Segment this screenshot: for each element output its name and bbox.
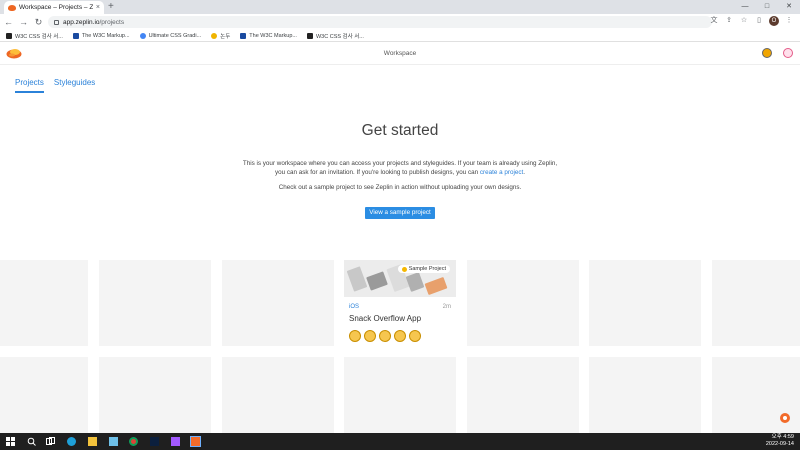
workspace-title: Workspace <box>383 50 417 57</box>
chrome-icon[interactable] <box>129 437 138 446</box>
bookmark-item[interactable]: The W3C Markup... <box>240 32 297 39</box>
placeholder-card <box>589 260 701 346</box>
view-sample-project-button[interactable]: View a sample project <box>365 207 435 219</box>
tab-close-icon[interactable]: × <box>96 4 100 11</box>
bookmark-item[interactable]: Ultimate CSS Gradi... <box>139 32 201 39</box>
zeplin-favicon-icon <box>8 4 16 11</box>
member-avatar <box>409 330 421 342</box>
sample-project-card[interactable]: Sample Project iOS 2m Snack Overflow App <box>344 260 456 346</box>
url-host: app.zeplin.io <box>63 18 100 26</box>
tab-styleguides[interactable]: Styleguides <box>54 78 95 93</box>
menu-kebab-icon[interactable]: ⋮ <box>784 16 794 26</box>
project-platform: iOS <box>349 304 360 310</box>
project-thumbnail: Sample Project <box>344 260 456 297</box>
placeholder-card <box>0 357 88 433</box>
browser-tab[interactable]: Workspace – Projects – Zeplin × <box>4 1 104 14</box>
windows-start-icon[interactable] <box>6 437 15 446</box>
project-members <box>349 330 421 342</box>
bookmark-item[interactable]: The W3C Markup... <box>72 32 130 39</box>
edge-icon[interactable] <box>67 437 76 446</box>
close-window-button[interactable]: ✕ <box>778 0 800 14</box>
project-name: Snack Overflow App <box>349 314 422 323</box>
bookmark-favicon-icon <box>139 32 146 39</box>
forward-arrow-icon[interactable]: → <box>17 17 30 27</box>
placeholder-card <box>0 260 88 346</box>
translate-icon[interactable]: 文 <box>709 16 719 26</box>
placeholder-card <box>222 357 334 433</box>
clock-time: 오후 4:59 <box>771 434 794 440</box>
toolbar-actions: 文 ⇪ ☆ ▯ O ⋮ <box>709 16 794 26</box>
intro-text: This is your workspace where you can acc… <box>242 160 558 176</box>
notifications-icon[interactable] <box>762 48 772 58</box>
clock-date: 2022-09-14 <box>765 441 794 447</box>
new-tab-button[interactable]: + <box>108 1 114 13</box>
side-panel-icon[interactable]: ▯ <box>754 16 764 26</box>
file-explorer-icon[interactable] <box>88 437 97 446</box>
bookmark-item[interactable]: 논두 <box>211 32 230 40</box>
placeholder-card <box>467 260 579 346</box>
project-updated-time: 2m <box>442 304 451 310</box>
minimize-button[interactable]: — <box>734 0 756 14</box>
placeholder-card <box>99 357 211 433</box>
address-bar[interactable]: app.zeplin.io/projects <box>48 16 712 28</box>
task-view-icon[interactable] <box>46 437 55 446</box>
create-project-link[interactable]: create a project <box>480 169 523 176</box>
star-dot-icon <box>401 266 407 272</box>
app-icon[interactable] <box>109 437 118 446</box>
placeholder-card <box>589 357 701 433</box>
windows-taskbar: 오후 4:59 2022-09-14 <box>0 433 800 450</box>
bookmark-star-icon[interactable]: ☆ <box>739 16 749 26</box>
photoshop-icon[interactable] <box>150 437 159 446</box>
placeholder-card <box>99 260 211 346</box>
figma-icon[interactable] <box>171 437 180 446</box>
member-avatar <box>379 330 391 342</box>
workspace-tabs: Projects Styleguides <box>15 78 95 93</box>
bookmark-favicon-icon <box>306 32 313 39</box>
page-title: Get started <box>361 122 439 139</box>
search-icon[interactable] <box>27 437 36 446</box>
tab-projects[interactable]: Projects <box>15 78 44 93</box>
bookmark-favicon-icon <box>240 32 247 39</box>
share-icon[interactable]: ⇪ <box>724 16 734 26</box>
member-avatar <box>349 330 361 342</box>
bookmark-item[interactable]: W3C CSS 검사 서... <box>306 32 364 40</box>
bookmark-item[interactable]: W3C CSS 검사 서... <box>6 32 63 40</box>
browser-toolbar: ← → ↻ app.zeplin.io/projects 文 ⇪ ☆ ▯ O ⋮ <box>0 14 800 30</box>
member-avatar <box>364 330 376 342</box>
url-path: /projects <box>99 18 125 26</box>
app-header: Workspace <box>0 43 800 65</box>
bookmark-favicon-icon <box>72 32 79 39</box>
reload-icon[interactable]: ↻ <box>32 17 45 28</box>
system-clock[interactable]: 오후 4:59 2022-09-14 <box>766 434 794 448</box>
maximize-button[interactable]: □ <box>756 0 778 14</box>
placeholder-card <box>712 260 800 346</box>
lock-icon <box>54 19 59 25</box>
sample-project-badge: Sample Project <box>397 265 450 273</box>
zeplin-taskbar-icon[interactable] <box>190 436 201 447</box>
user-avatar[interactable] <box>783 48 793 58</box>
window-controls: — □ ✕ <box>734 0 800 14</box>
profile-avatar[interactable]: O <box>769 16 779 26</box>
member-avatar <box>394 330 406 342</box>
bookmarks-bar: W3C CSS 검사 서... The W3C Markup... Ultima… <box>0 30 800 42</box>
browser-tab-strip: Workspace – Projects – Zeplin × + — □ ✕ <box>0 0 800 14</box>
back-arrow-icon[interactable]: ← <box>2 17 15 27</box>
sample-project-text: Check out a sample project to see Zeplin… <box>278 184 522 191</box>
bookmark-favicon-icon <box>6 32 12 39</box>
placeholder-card <box>467 357 579 433</box>
placeholder-card <box>222 260 334 346</box>
browser-tab-title: Workspace – Projects – Zeplin <box>19 4 93 11</box>
help-lifebuoy-icon[interactable] <box>780 413 790 423</box>
bookmark-favicon-icon <box>211 32 218 39</box>
placeholder-card <box>344 357 456 433</box>
